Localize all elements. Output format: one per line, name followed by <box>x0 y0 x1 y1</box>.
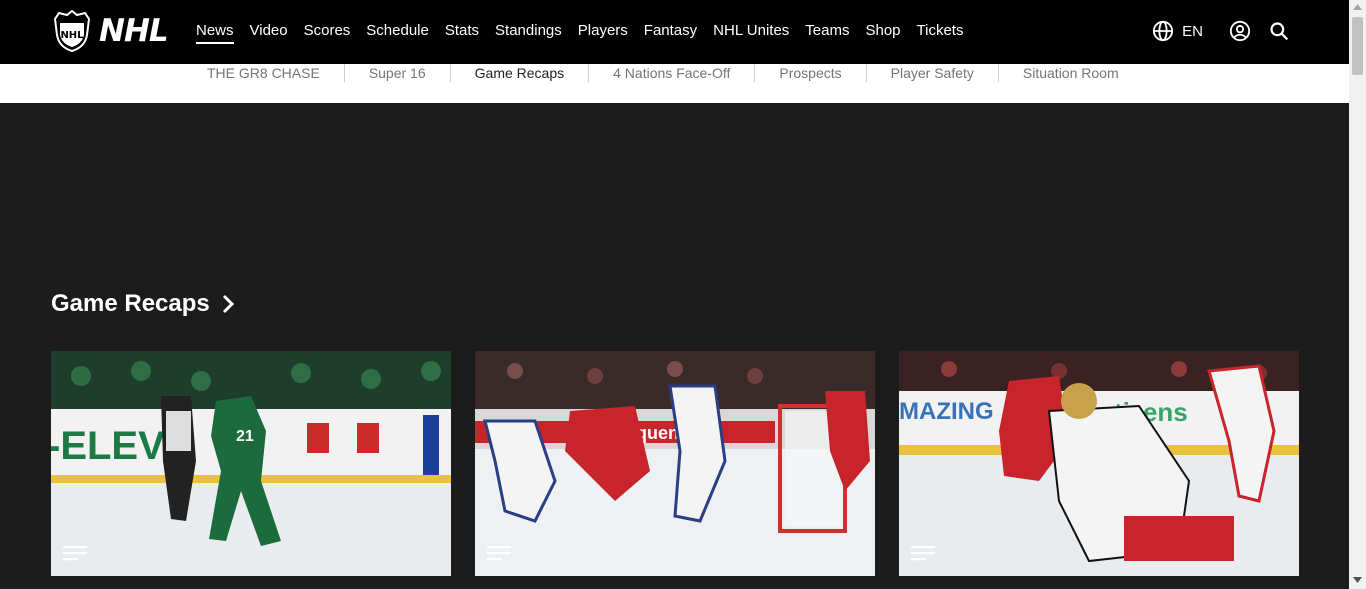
sub-navigation: THE GR8 CHASE Super 16 Game Recaps 4 Nat… <box>0 64 1349 103</box>
svg-text:MAZING: MAZING <box>899 398 994 425</box>
subnav-item-situation-room[interactable]: Situation Room <box>997 64 1143 82</box>
nav-item-schedule[interactable]: Schedule <box>366 22 429 44</box>
nav-item-teams[interactable]: Teams <box>805 22 849 44</box>
top-navigation: NHL NHL News Video Scores Schedule Stats… <box>0 0 1349 64</box>
nav-item-players[interactable]: Players <box>578 22 628 44</box>
scroll-down-arrow-icon[interactable] <box>1353 577 1362 583</box>
recap-thumbnail: MAZING tizens <box>899 351 1299 576</box>
recap-thumbnail: -ELEV 21 <box>51 351 451 576</box>
nhl-wordmark: NHL <box>99 13 169 49</box>
section-heading[interactable]: Game Recaps <box>51 290 236 318</box>
recap-card[interactable]: MAZING tizens <box>899 351 1299 576</box>
page: NHL NHL News Video Scores Schedule Stats… <box>0 0 1366 589</box>
subnav-item-4-nations[interactable]: 4 Nations Face-Off <box>588 64 754 82</box>
header-tools: EN <box>1152 20 1289 42</box>
svg-text:-ELEV: -ELEV <box>51 424 165 468</box>
nav-item-stats[interactable]: Stats <box>445 22 479 44</box>
recap-card[interactable]: -ELEV 21 <box>51 351 451 576</box>
recap-thumbnail: nquenta <box>475 351 875 576</box>
svg-text:21: 21 <box>236 428 254 445</box>
article-icon <box>63 546 87 561</box>
search-icon[interactable] <box>1269 21 1289 41</box>
chevron-right-icon <box>222 294 234 314</box>
subnav-item-super-16[interactable]: Super 16 <box>343 64 450 82</box>
nav-item-nhl-unites[interactable]: NHL Unites <box>713 22 789 44</box>
nav-item-fantasy[interactable]: Fantasy <box>644 22 697 44</box>
subnav-item-game-recaps[interactable]: Game Recaps <box>449 64 588 82</box>
nav-item-standings[interactable]: Standings <box>495 22 562 44</box>
subnav-item-prospects[interactable]: Prospects <box>754 64 865 82</box>
subnav-item-gr8-chase[interactable]: THE GR8 CHASE <box>183 64 344 82</box>
nav-item-news[interactable]: News <box>196 22 234 44</box>
nav-item-shop[interactable]: Shop <box>865 22 900 44</box>
nhl-shield-icon: NHL <box>53 9 91 53</box>
nav-item-scores[interactable]: Scores <box>304 22 351 44</box>
article-icon <box>911 546 935 561</box>
scrollbar-thumb[interactable] <box>1352 17 1363 75</box>
subnav-item-player-safety[interactable]: Player Safety <box>865 64 998 82</box>
article-icon <box>487 546 511 561</box>
svg-text:NHL: NHL <box>60 30 84 41</box>
nav-item-video[interactable]: Video <box>250 22 288 44</box>
scroll-up-arrow-icon[interactable] <box>1353 4 1362 10</box>
main-menu: News Video Scores Schedule Stats Standin… <box>196 22 979 44</box>
recap-card[interactable]: nquenta <box>475 351 875 576</box>
language-selector[interactable]: EN <box>1182 23 1203 40</box>
section-title: Game Recaps <box>51 290 210 317</box>
user-circle-icon[interactable] <box>1229 20 1251 42</box>
globe-icon[interactable] <box>1152 20 1174 42</box>
page-scrollbar[interactable] <box>1349 0 1366 589</box>
nhl-logo[interactable]: NHL NHL <box>51 9 169 53</box>
nav-item-tickets[interactable]: Tickets <box>917 22 964 44</box>
